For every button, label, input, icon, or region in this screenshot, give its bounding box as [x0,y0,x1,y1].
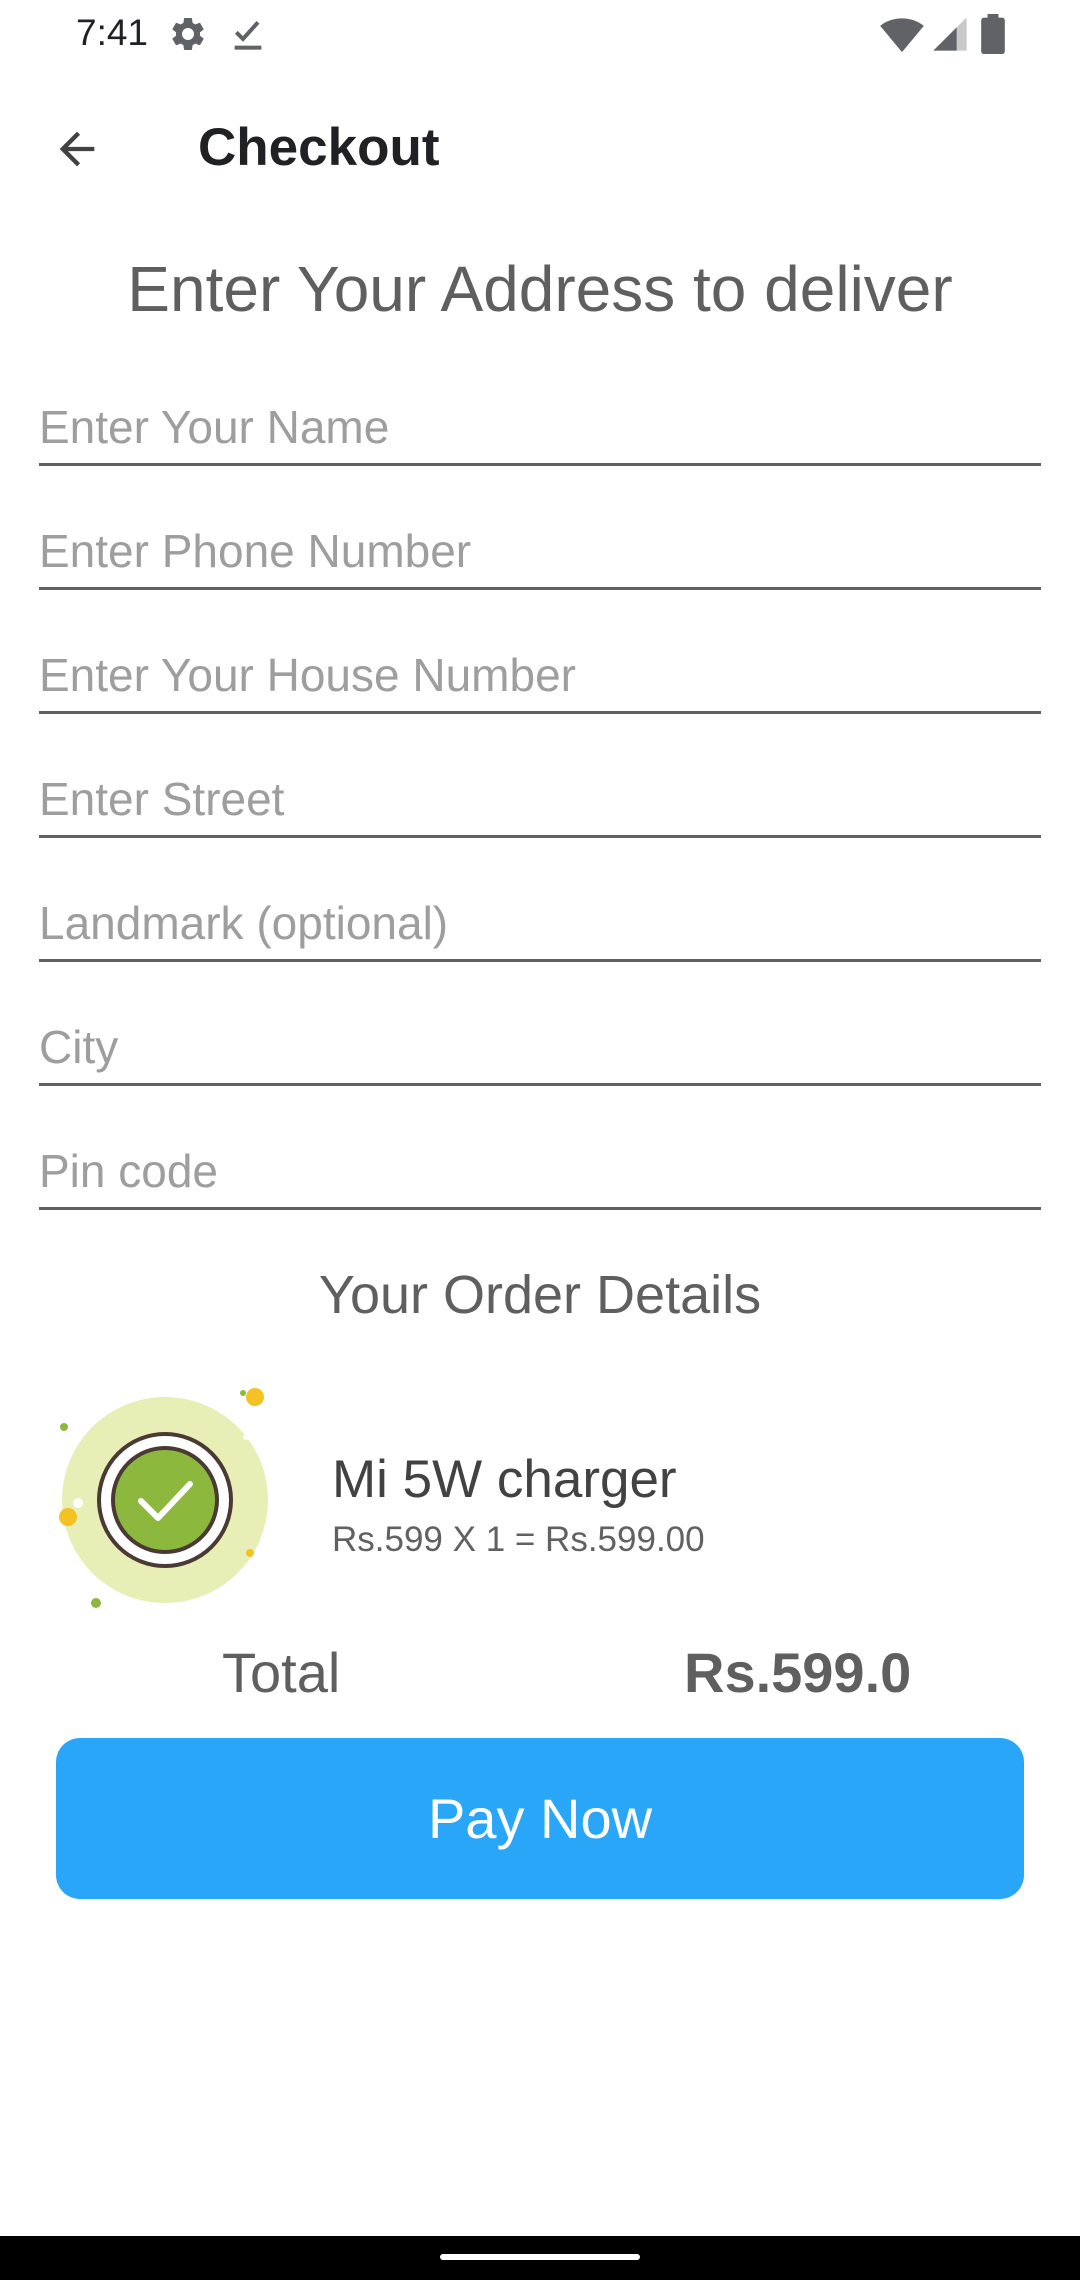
phone-input[interactable] [39,514,1041,590]
city-input[interactable] [39,1010,1041,1086]
pin-code-field[interactable] [39,1134,1041,1210]
pin-code-input[interactable] [39,1134,1041,1210]
check-badge-icon [50,1385,290,1615]
gear-icon [168,14,208,59]
order-item: Mi 5W charger Rs.599 X 1 = Rs.599.00 [50,1385,1040,1615]
item-price-line: Rs.599 X 1 = Rs.599.00 [332,1520,705,1559]
total-label: Total [222,1641,341,1704]
name-input[interactable] [39,390,1041,466]
home-gesture-handle[interactable] [440,2254,640,2260]
battery-icon [980,14,1006,59]
house-number-input[interactable] [39,638,1041,714]
navigation-bar [0,2236,1080,2280]
house-number-field[interactable] [39,638,1041,714]
city-field[interactable] [39,1010,1041,1086]
status-bar: 7:41 [0,0,1080,70]
address-heading: Enter Your Address to deliver [127,253,953,325]
signal-icon [930,14,970,59]
order-heading: Your Order Details [318,1265,762,1325]
back-button[interactable] [36,108,118,190]
landmark-field[interactable] [39,886,1041,962]
landmark-input[interactable] [39,886,1041,962]
item-name: Mi 5W charger [332,1450,677,1509]
total-value: Rs.599.0 [684,1641,912,1704]
page-title: Checkout [198,118,440,177]
app-bar: Checkout [0,80,1080,210]
name-field[interactable] [39,390,1041,466]
street-input[interactable] [39,762,1041,838]
task-check-icon [228,14,268,59]
pay-now-button[interactable]: Pay Now [56,1738,1024,1899]
wifi-icon [880,14,924,59]
back-arrow-icon [59,131,95,167]
status-time: 7:41 [76,12,149,53]
phone-field[interactable] [39,514,1041,590]
street-field[interactable] [39,762,1041,838]
